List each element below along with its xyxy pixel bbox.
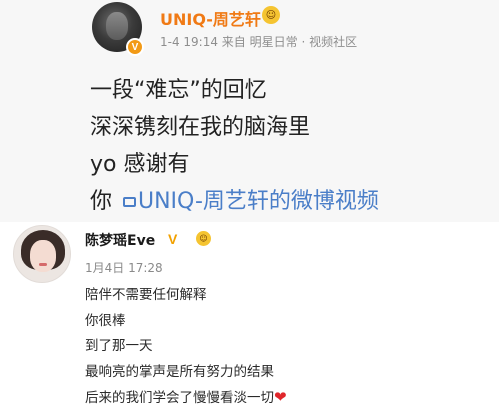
comment-line: 后来的我们学会了慢慢看淡一切❤: [85, 385, 287, 412]
post-line: 你 UNIQ-周艺轩的微博视频: [90, 183, 379, 220]
post-meta: 1-4 19:14 来自 明星日常 · 视频社区: [160, 35, 358, 49]
post-line: yo 感谢有: [90, 152, 190, 177]
vip-badge-icon: V: [168, 231, 178, 247]
video-link[interactable]: UNIQ-周艺轩的微博视频: [119, 189, 379, 214]
comment-time: 1月4日 17:28: [85, 261, 163, 275]
commenter-avatar[interactable]: [13, 225, 71, 283]
avatar-lips: [39, 263, 47, 266]
comment-last-line: 后来的我们学会了慢慢看淡一切: [85, 390, 274, 406]
weibo-post: V UNIQ-周艺轩 ☺ 1-4 19:14 来自 明星日常 · 视频社区 一段…: [0, 0, 499, 222]
commenter-name[interactable]: 陈梦瑶Eve: [85, 230, 155, 250]
post-author-name[interactable]: UNIQ-周艺轩: [160, 6, 261, 30]
comment-line: 你很棒: [85, 312, 126, 329]
face-emoji-icon: ☺: [262, 6, 280, 24]
face-emoji-icon: ☺: [196, 231, 211, 246]
avatar-face: [30, 240, 56, 272]
video-camera-icon: [123, 197, 136, 207]
comment-line: 到了那一天: [85, 338, 153, 354]
post-body: 一段“难忘”的回忆 深深镌刻在我的脑海里 yo 感谢有 你 UNIQ-周艺轩的微…: [90, 72, 379, 220]
post-line: 深深镌刻在我的脑海里: [90, 115, 311, 140]
comment-body: 陪伴不需要任何解释 你很棒 到了那一天 最响亮的掌声是所有努力的结果 后来的我们…: [85, 283, 287, 412]
comment-line: 陪伴不需要任何解释: [85, 287, 207, 303]
verified-badge-icon: V: [126, 38, 144, 56]
heart-icon: ❤: [274, 388, 287, 406]
comment-item: 陈梦瑶Eve V ☺ 1月4日 17:28 陪伴不需要任何解释 你很棒 到了那一…: [0, 222, 499, 419]
comment-line: 最响亮的掌声是所有努力的结果: [85, 363, 274, 380]
post-line-prefix: 你: [90, 189, 119, 214]
post-line: 一段“难忘”的回忆: [90, 78, 267, 103]
video-link-label: UNIQ-周艺轩的微博视频: [138, 189, 379, 214]
avatar-face: [106, 12, 128, 40]
